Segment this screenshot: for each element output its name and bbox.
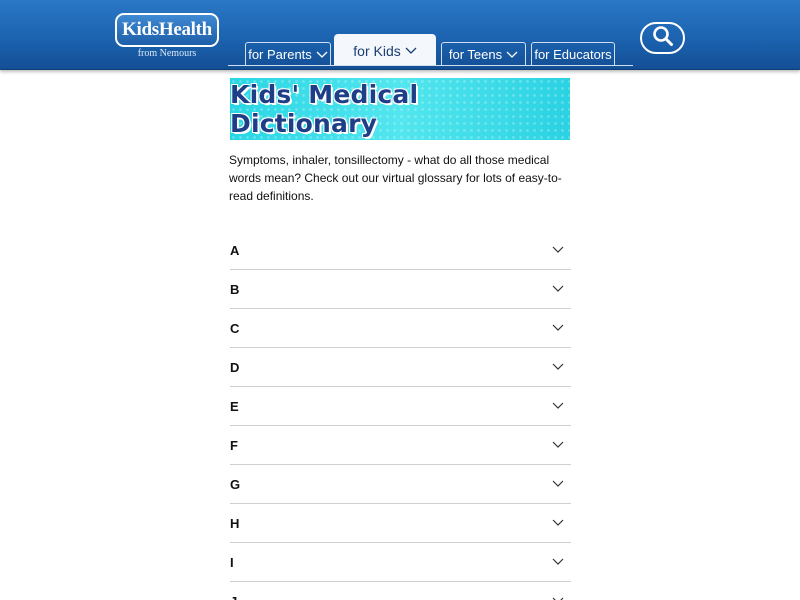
nav-underline [228,65,633,66]
tab-for-educators[interactable]: for Educators [531,42,615,66]
accordion-item-f[interactable]: F [230,426,571,465]
accordion-letter: J [230,594,237,600]
tab-label: for Kids [353,42,401,59]
chevron-down-icon [552,558,564,566]
accordion-item-c[interactable]: C [230,309,571,348]
search-icon [652,25,674,52]
accordion-item-j[interactable]: J [230,582,571,600]
accordion-item-g[interactable]: G [230,465,571,504]
tab-for-parents[interactable]: for Parents [245,42,331,66]
tab-label: for Teens [448,47,503,62]
logo-subtitle: from Nemours [137,48,197,59]
chevron-down-icon [552,402,564,410]
tab-for-teens[interactable]: for Teens [441,42,526,66]
chevron-down-icon [316,51,328,59]
tab-label: for Parents [248,47,312,62]
tab-for-kids[interactable]: for Kids [334,34,436,66]
accordion-letter: F [230,437,238,453]
search-button[interactable] [640,22,685,54]
letter-accordion: A B C D E F G H I J [230,231,571,600]
accordion-letter: D [230,359,240,375]
accordion-letter: C [230,320,240,336]
intro-text: Symptoms, inhaler, tonsillectomy - what … [229,153,562,203]
site-header: KidsHealth from Nemours for Parents for … [0,0,800,70]
chevron-down-icon [552,441,564,449]
dictionary-banner: Kids' Medical Dictionary [230,78,570,140]
banner-title: Kids' Medical Dictionary [230,80,419,138]
accordion-item-e[interactable]: E [230,387,571,426]
tab-label: for Educators [534,47,612,62]
accordion-item-h[interactable]: H [230,504,571,543]
accordion-letter: E [230,398,239,414]
accordion-item-a[interactable]: A [230,231,571,270]
accordion-letter: B [230,281,240,297]
accordion-item-b[interactable]: B [230,270,571,309]
accordion-letter: H [230,515,240,531]
accordion-letter: G [230,476,241,492]
chevron-down-icon [552,519,564,527]
chevron-down-icon [552,324,564,332]
accordion-letter: A [230,242,240,258]
accordion-letter: I [230,554,234,570]
kidshealth-logo[interactable]: KidsHealth [115,13,219,47]
chevron-down-icon [552,246,564,254]
chevron-down-icon [405,47,417,55]
logo-text: KidsHealth [122,19,212,40]
chevron-down-icon [506,51,518,59]
accordion-item-d[interactable]: D [230,348,571,387]
accordion-item-i[interactable]: I [230,543,571,582]
chevron-down-icon [552,363,564,371]
chevron-down-icon [552,480,564,488]
chevron-down-icon [552,285,564,293]
